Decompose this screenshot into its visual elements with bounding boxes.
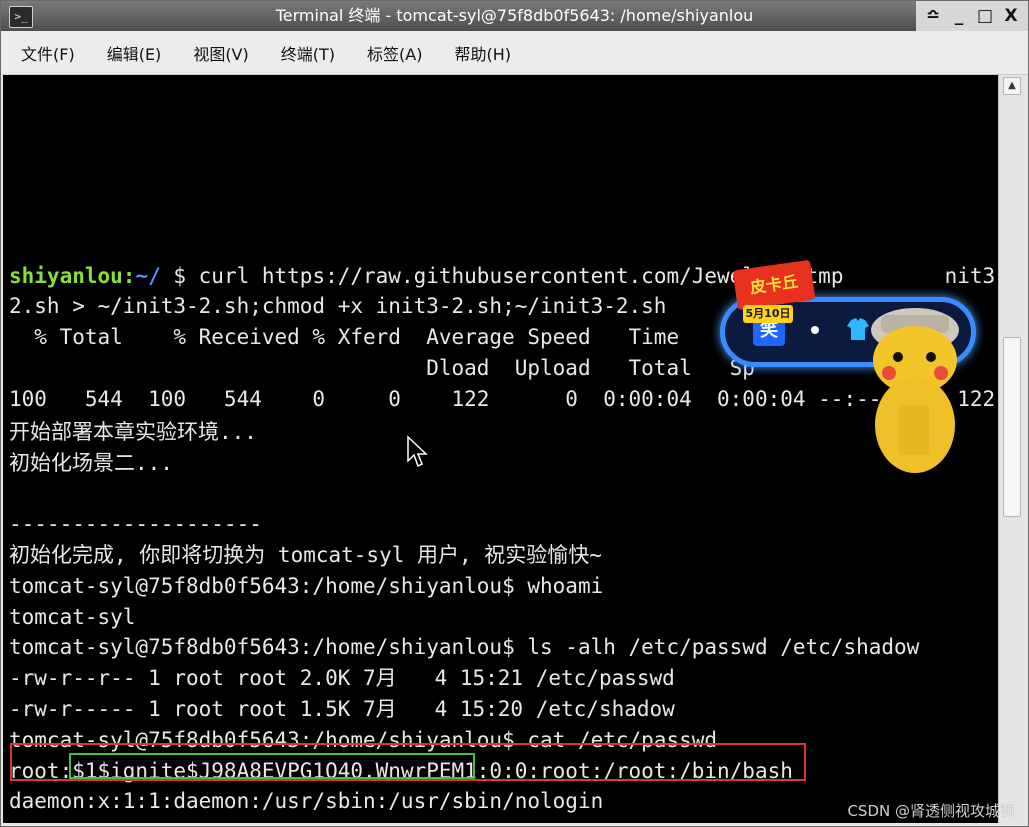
window-title: Terminal 终端 - tomcat-syl@75f8db0f5643: /… — [275, 6, 754, 25]
menu-bar: 文件(F) 编辑(E) 视图(V) 终端(T) 标签(A) 帮助(H) — [1, 31, 1028, 75]
eye-icon — [811, 326, 819, 334]
terminal-line: 初始化完成, 你即将切换为 tomcat-syl 用户, 祝实验愉快~ — [9, 543, 602, 567]
terminal-line: -rw-r--r-- 1 root root 2.0K 7月 4 15:21 /… — [9, 666, 675, 690]
prompt-path: ~/ — [135, 264, 161, 288]
terminal-line: -rw-r----- 1 root root 1.5K 7月 4 15:20 /… — [9, 697, 675, 721]
maximize-button[interactable]: □ — [974, 5, 996, 27]
menu-file[interactable]: 文件(F) — [15, 37, 81, 69]
pikachu-figure-icon — [871, 308, 959, 473]
terminal-line: tomcat-syl@75f8db0f5643:/home/shiyanlou$… — [9, 574, 604, 598]
watermark-text: CSDN @肾透侧视攻城狮 — [847, 802, 1015, 820]
terminal-line: -------------------- — [9, 512, 262, 536]
menu-view[interactable]: 视图(V) — [187, 37, 254, 69]
terminal-output[interactable]: shiyanlou:~/ $ curl https://raw.githubus… — [3, 75, 998, 823]
terminal-scrollbar[interactable]: ▲ — [998, 75, 1025, 823]
menu-edit[interactable]: 编辑(E) — [101, 37, 168, 69]
terminal-line: tomcat-syl — [9, 605, 136, 629]
terminal-line: 2.sh > ~/init3-2.sh;chmod +x init3-2.sh;… — [9, 294, 667, 318]
password-hash-highlight-green — [69, 753, 475, 779]
menu-tabs[interactable]: 标签(A) — [361, 37, 428, 69]
menu-terminal[interactable]: 终端(T) — [275, 37, 341, 69]
menu-help[interactable]: 帮助(H) — [448, 37, 517, 69]
shade-button[interactable]: ≏ — [922, 5, 944, 27]
close-button[interactable]: X — [1000, 5, 1022, 27]
terminal-line: 开始部署本章实验环境... — [9, 420, 257, 444]
terminal-line: 初始化场景二... — [9, 451, 173, 475]
window-controls: ≏ _ □ X — [916, 1, 1028, 31]
minimize-button[interactable]: _ — [948, 5, 970, 27]
terminal-line: % Total % Received % Xferd Average Speed… — [9, 325, 680, 349]
scroll-up-arrow-icon[interactable]: ▲ — [1003, 77, 1021, 95]
promo-date-badge: 5月10日 — [743, 305, 793, 323]
scroll-thumb[interactable] — [1003, 337, 1021, 517]
terminal-line: daemon:x:1:1:daemon:/usr/sbin:/usr/sbin/… — [9, 789, 604, 813]
prompt-user: shiyanlou: — [9, 264, 136, 288]
title-bar[interactable]: >_ Terminal 终端 - tomcat-syl@75f8db0f5643… — [1, 1, 1028, 31]
promo-overlay[interactable]: 笑 皮卡丘 5月10日 — [715, 205, 983, 473]
mouse-pointer-icon — [407, 435, 428, 468]
terminal-line: Dload Upload Total Sp — [9, 356, 755, 380]
terminal-line: tomcat-syl@75f8db0f5643:/home/shiyanlou$… — [9, 635, 920, 659]
